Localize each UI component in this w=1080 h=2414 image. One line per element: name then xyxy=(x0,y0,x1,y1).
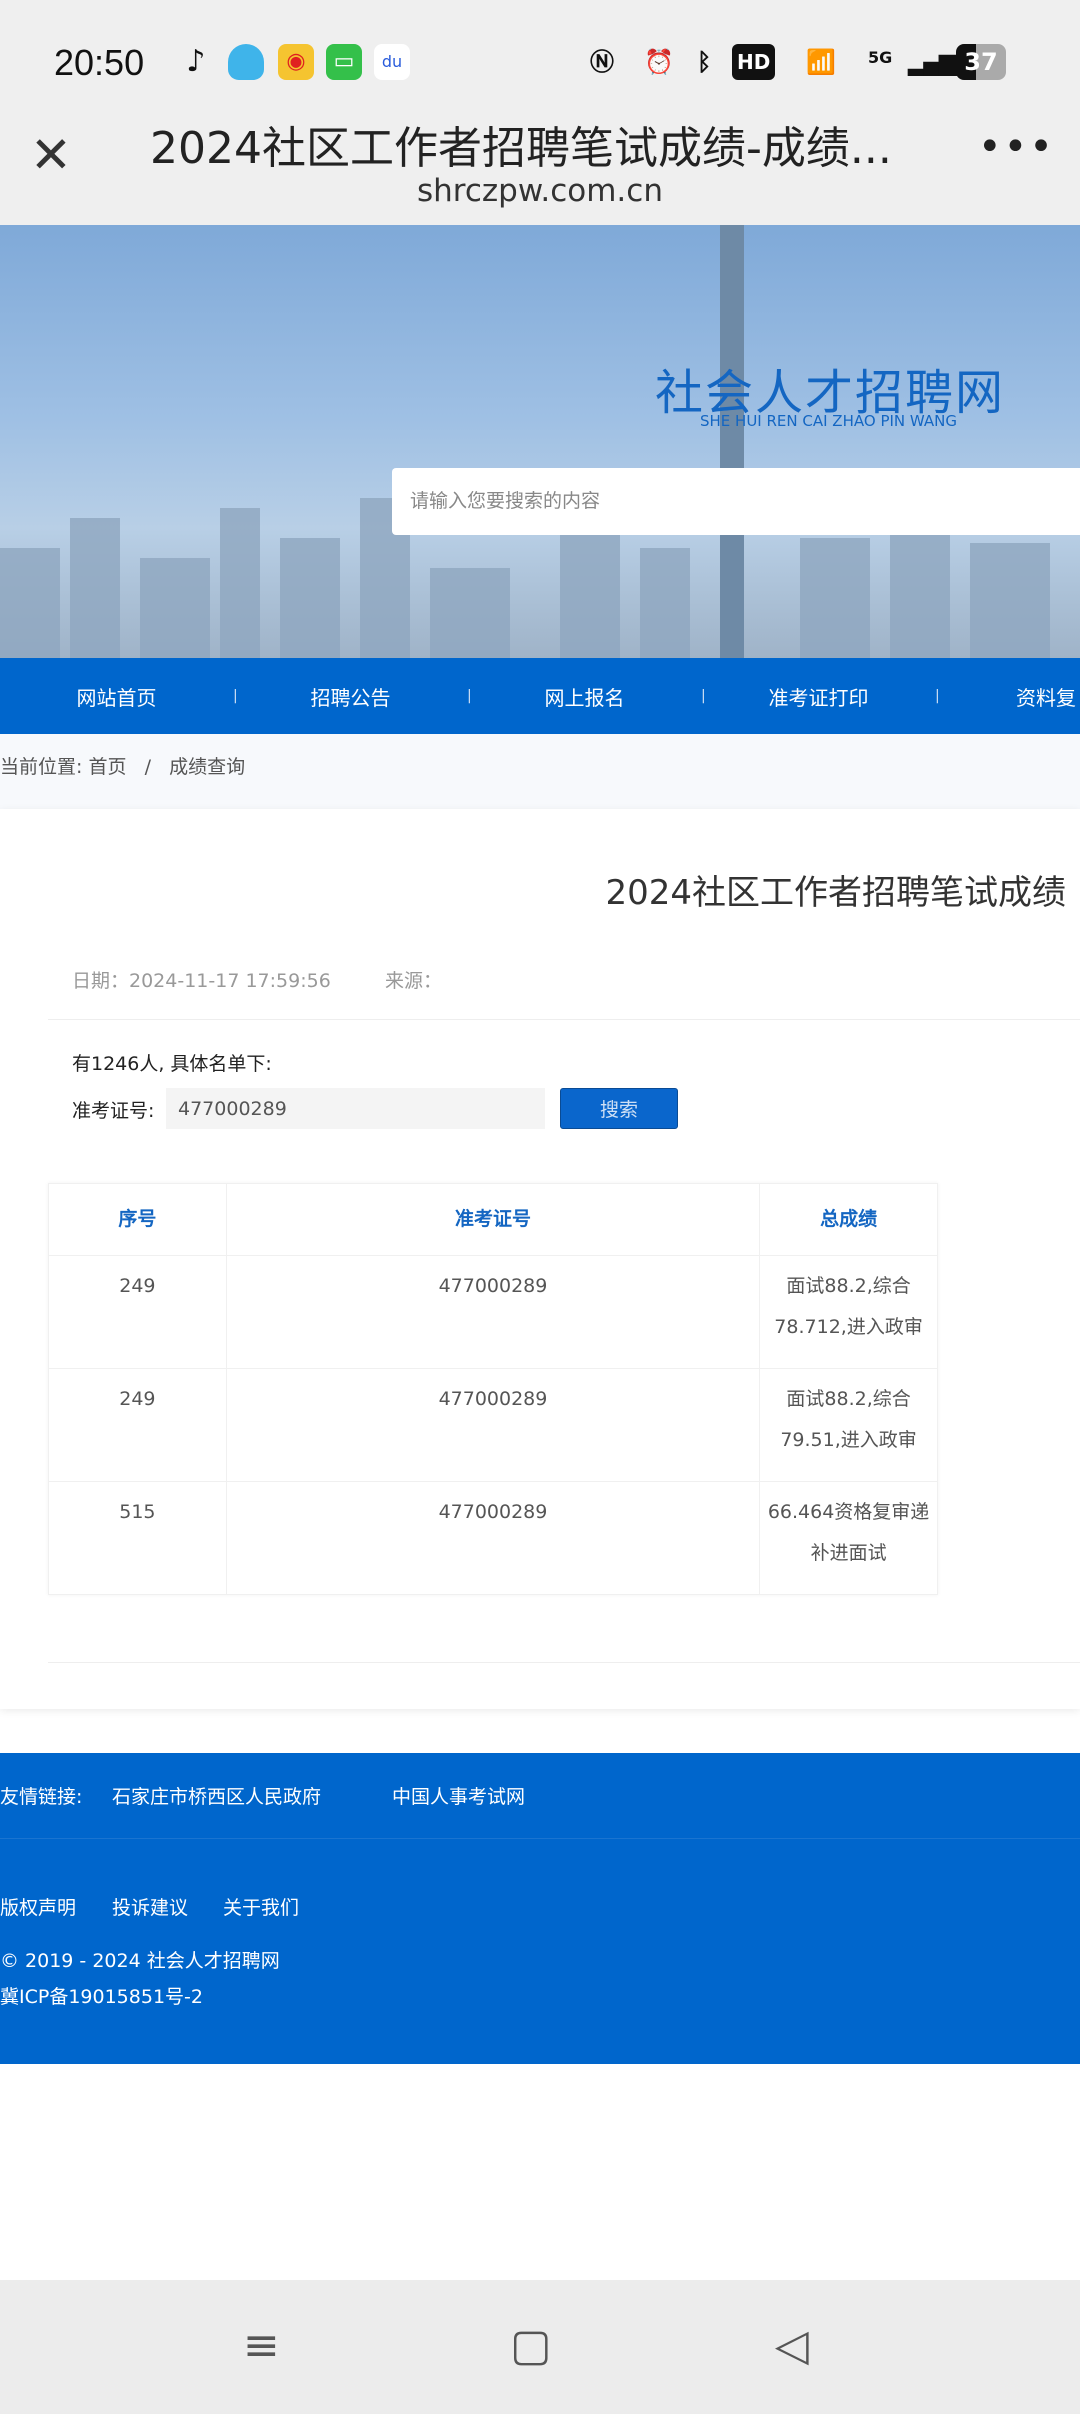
article-date: 日期：2024-11-17 17:59:56 xyxy=(72,970,331,992)
nav-materials[interactable]: 资料复 xyxy=(936,682,1080,711)
ticket-number-input[interactable] xyxy=(166,1088,545,1129)
article-title: 2024社区工作者招聘笔试成绩 xyxy=(605,873,1066,913)
search-button[interactable]: 搜索 xyxy=(560,1088,678,1129)
ticket-number-label: 准考证号: xyxy=(72,1100,155,1122)
table-row: 249 477000289 面试88.2,综合78.712,进入政审 xyxy=(48,1255,938,1369)
breadcrumb-prefix: 当前位置: xyxy=(0,756,83,778)
home-icon[interactable]: ▢ xyxy=(510,2320,552,2371)
battery-icon: 37 xyxy=(956,44,1006,80)
breadcrumb: 当前位置: 首页 / 成绩查询 xyxy=(0,752,245,779)
site-banner: 社会人才招聘网 SHE HUI REN CAI ZHAO PIN WANG 请输… xyxy=(0,225,1080,658)
weibo-icon: ◉ xyxy=(278,44,314,80)
article-source: 来源： xyxy=(385,970,443,992)
nav-home[interactable]: 网站首页 xyxy=(0,682,233,711)
footer-divider xyxy=(0,1838,1080,1839)
tv-tower xyxy=(720,225,744,658)
messages-icon: ▭ xyxy=(326,44,362,80)
cell-score: 面试88.2,综合79.51,进入政审 xyxy=(759,1368,938,1482)
nav-announcements[interactable]: 招聘公告 xyxy=(234,682,467,711)
cell-ticket: 477000289 xyxy=(225,1481,761,1595)
cell-no: 515 xyxy=(48,1481,227,1595)
cell-ticket: 477000289 xyxy=(225,1255,761,1369)
nfc-icon: Ⓝ xyxy=(590,48,614,76)
wifi-icon: 📶 xyxy=(806,48,836,76)
cell-ticket: 477000289 xyxy=(225,1368,761,1482)
footer-link-complaints[interactable]: 投诉建议 xyxy=(112,1893,188,1920)
url-label[interactable]: shrczpw.com.cn xyxy=(0,173,1080,209)
footer-link-about[interactable]: 关于我们 xyxy=(223,1893,299,1920)
hd-icon: HD xyxy=(732,44,776,80)
divider xyxy=(48,1019,1080,1020)
nav-admission-ticket[interactable]: 准考证打印 xyxy=(702,682,935,711)
tiktok-icon: ♪ xyxy=(186,44,206,79)
friend-links-label: 友情链接: xyxy=(0,1786,83,1808)
main-nav: 网站首页 | 招聘公告 | 网上报名 | 准考证打印 | 资料复 xyxy=(0,658,1080,734)
cell-score: 面试88.2,综合78.712,进入政审 xyxy=(759,1255,938,1369)
friend-link[interactable]: 中国人事考试网 xyxy=(392,1782,525,1809)
signal-icon: ▂▄▆ xyxy=(908,48,957,76)
column-header-score: 总成绩 xyxy=(759,1183,938,1256)
friend-link[interactable]: 石家庄市桥西区人民政府 xyxy=(112,1782,321,1809)
baidu-icon: du xyxy=(374,44,410,80)
cell-no: 249 xyxy=(48,1368,227,1482)
divider xyxy=(48,1662,1080,1663)
score-table: 序号 准考证号 总成绩 249 477000289 面试88.2,综合78.71… xyxy=(48,1183,938,1595)
table-header-row: 序号 准考证号 总成绩 xyxy=(48,1183,938,1256)
bluetooth-icon: ᛒ xyxy=(697,48,712,76)
column-header-no: 序号 xyxy=(48,1183,227,1256)
network-label: 5G xyxy=(868,48,893,67)
footer-link-copyright[interactable]: 版权声明 xyxy=(0,1893,76,1920)
column-header-ticket: 准考证号 xyxy=(225,1183,761,1256)
page-title-bar: 2024社区工作者招聘笔试成绩-成绩... xyxy=(150,123,892,174)
menu-icon[interactable]: ≡ xyxy=(243,2320,280,2371)
breadcrumb-separator: / xyxy=(144,756,151,778)
table-row: 515 477000289 66.464资格复审递补进面试 xyxy=(48,1481,938,1595)
more-icon[interactable]: ••• xyxy=(978,124,1055,170)
table-row: 249 477000289 面试88.2,综合79.51,进入政审 xyxy=(48,1368,938,1482)
nav-registration[interactable]: 网上报名 xyxy=(468,682,701,711)
site-logo-subtitle: SHE HUI REN CAI ZHAO PIN WANG xyxy=(700,412,958,430)
site-search-input[interactable]: 请输入您要搜索的内容 xyxy=(392,468,1080,535)
breadcrumb-current[interactable]: 成绩查询 xyxy=(169,756,245,778)
icp-text[interactable]: 冀ICP备19015851号-2 xyxy=(0,1982,203,2009)
copyright-text: © 2019 - 2024 社会人才招聘网 xyxy=(0,1950,280,1972)
alarm-icon: ⏰ xyxy=(644,48,674,76)
cell-score: 66.464资格复审递补进面试 xyxy=(759,1481,938,1595)
breadcrumb-home[interactable]: 首页 xyxy=(88,756,126,778)
qq-icon xyxy=(228,44,264,80)
back-icon[interactable]: ◁ xyxy=(775,2320,809,2371)
cell-no: 249 xyxy=(48,1255,227,1369)
result-count: 有1246人, 具体名单下: xyxy=(72,1053,272,1075)
status-time: 20:50 xyxy=(54,42,145,83)
